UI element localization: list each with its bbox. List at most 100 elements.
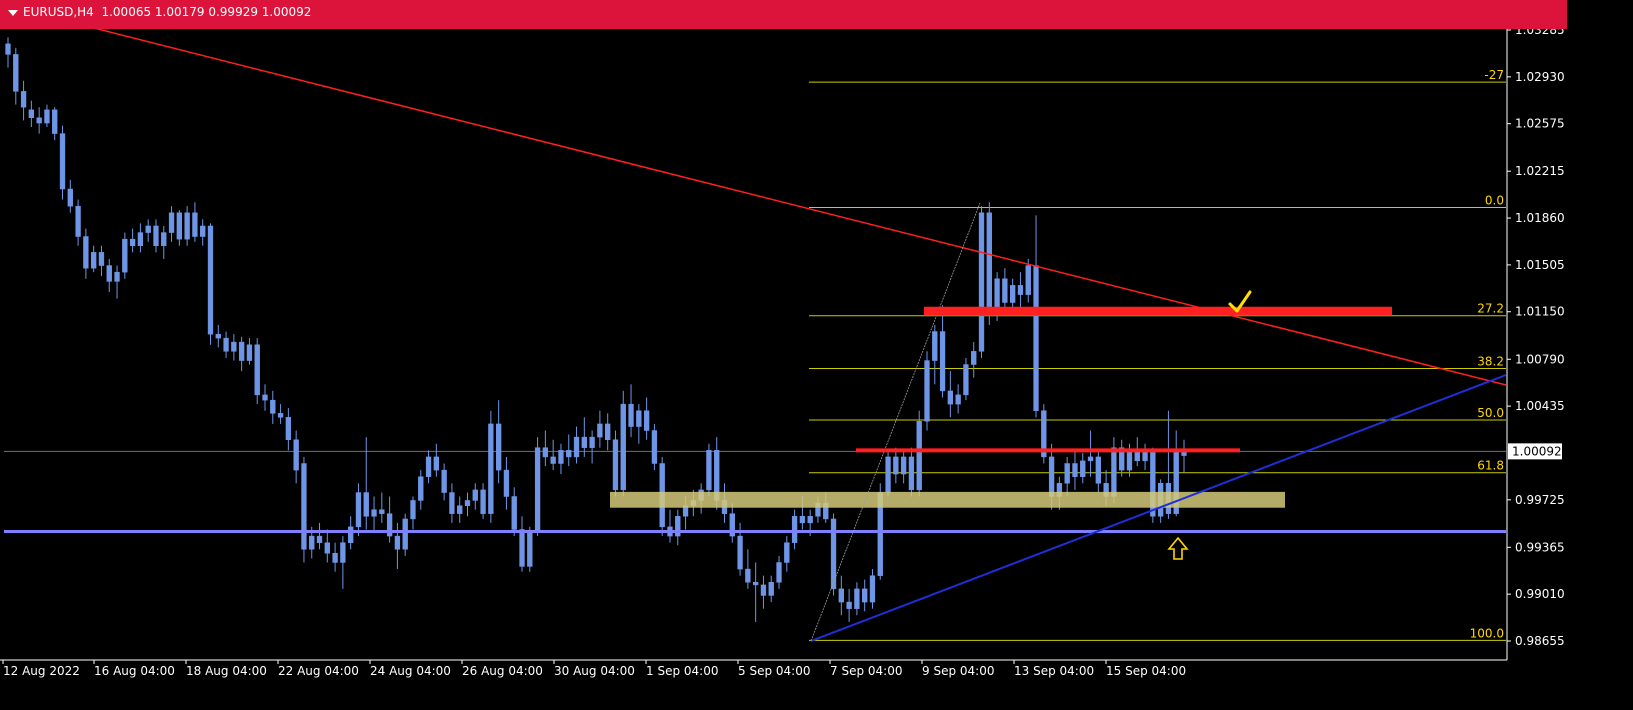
candle [900, 450, 907, 484]
candle [425, 450, 432, 484]
candle-body [495, 423, 502, 471]
candle-body [651, 430, 658, 464]
candle-body [394, 535, 401, 550]
candle [589, 430, 595, 464]
candle [939, 305, 946, 398]
candle [1119, 439, 1125, 477]
candle [963, 357, 969, 401]
candle [254, 338, 260, 405]
candle-body [488, 423, 494, 514]
candle-body [301, 463, 307, 550]
candle [573, 426, 580, 464]
candle-body [924, 360, 930, 422]
candle-body [932, 331, 938, 361]
dropdown-triangle-icon[interactable] [8, 9, 18, 16]
candle-body [332, 552, 338, 563]
candle [106, 258, 112, 292]
candle-body [558, 450, 564, 464]
candle [908, 447, 915, 497]
candle-body [737, 535, 743, 570]
candle-body [324, 542, 330, 554]
candle [238, 336, 245, 372]
candle-body [900, 456, 907, 475]
candle [729, 503, 735, 543]
candle-body [1080, 460, 1086, 477]
candle [955, 384, 961, 414]
candle [418, 470, 424, 510]
fib-level-label: -27 [1484, 68, 1504, 82]
price-tick-label: 1.00435 [1515, 399, 1565, 413]
candle [192, 202, 198, 242]
candle [301, 456, 307, 563]
symbol-info[interactable]: EURUSD,H4 1.00065 1.00179 0.99929 1.0009… [8, 5, 311, 19]
price-tick-label: 0.99010 [1515, 587, 1565, 601]
candle-body [285, 417, 292, 441]
up-arrow-icon [1167, 536, 1189, 560]
candle-body [893, 456, 899, 475]
time-tick-label: 22 Aug 04:00 [278, 664, 359, 678]
candle [947, 371, 954, 418]
candle-body [1002, 278, 1008, 303]
candle [1080, 452, 1086, 484]
price-tick-label: 1.01150 [1515, 305, 1565, 319]
candle [324, 529, 330, 563]
candle [332, 542, 338, 572]
price-chart[interactable]: -270.027.238.250.061.8100.0 1.032851.029… [0, 0, 1633, 710]
candle-body [137, 232, 144, 247]
time-tick-label: 16 Aug 04:00 [94, 664, 175, 678]
candle [1142, 443, 1148, 471]
candle-body [986, 212, 992, 312]
candle [270, 390, 276, 424]
candle-body [955, 394, 961, 405]
fib-anchor-line [810, 202, 981, 642]
fib-level-label: 100.0 [1470, 626, 1504, 640]
candle-body [433, 456, 440, 471]
candle [410, 496, 416, 530]
candle [636, 404, 642, 444]
candle-body [612, 439, 619, 491]
candle [745, 549, 751, 589]
time-tick-label: 30 Aug 04:00 [554, 664, 635, 678]
candle-body [223, 337, 229, 352]
candle-body [1126, 450, 1133, 471]
candle [98, 245, 105, 277]
candle-body [457, 505, 463, 514]
candle [184, 206, 190, 246]
candle-body [254, 344, 260, 396]
candle-body [846, 601, 852, 609]
candle-body [1033, 265, 1039, 411]
candle-body [472, 489, 478, 501]
candle-body [1048, 456, 1055, 497]
candle-body [145, 225, 151, 233]
candle [176, 210, 183, 246]
candle-body [706, 450, 712, 491]
price-tick-label: 1.02215 [1515, 164, 1565, 178]
time-tick-label: 1 Sep 04:00 [646, 664, 718, 678]
candle-body [1017, 285, 1024, 295]
candle [83, 228, 89, 279]
candle-body [589, 436, 595, 448]
price-tick-label: 1.00790 [1515, 352, 1565, 366]
candle-body [908, 456, 915, 491]
candle [511, 487, 517, 537]
candle-body [760, 584, 767, 596]
candle-body [192, 212, 198, 237]
candle-body [628, 403, 634, 427]
candle [1017, 272, 1024, 312]
demand-zone [610, 491, 1285, 508]
candle [1064, 456, 1070, 497]
candle [978, 206, 985, 358]
candle [1002, 268, 1008, 312]
candle [394, 522, 401, 570]
candle-body [1095, 456, 1101, 484]
candle [472, 483, 478, 510]
candle [675, 509, 681, 546]
candle [495, 400, 502, 484]
candle [986, 202, 992, 325]
candle-body [1025, 265, 1031, 295]
candle-body [168, 212, 175, 233]
candle [932, 324, 938, 385]
candle [846, 588, 852, 622]
candle [916, 410, 922, 497]
candle [612, 430, 619, 497]
